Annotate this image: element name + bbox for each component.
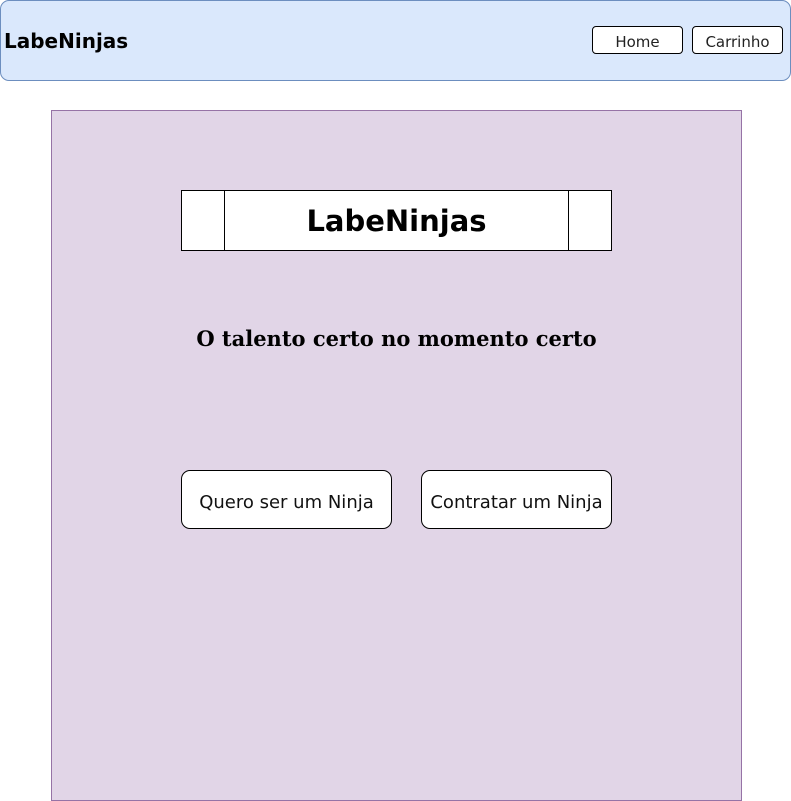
top-header: LabeNinjas Home Carrinho (0, 0, 791, 81)
be-ninja-button[interactable]: Quero ser um Ninja (181, 470, 392, 529)
logo-title: LabeNinjas (306, 203, 487, 238)
cart-button[interactable]: Carrinho (692, 26, 783, 54)
brand-title: LabeNinjas (4, 29, 129, 53)
tagline: O talento certo no momento certo (196, 326, 597, 351)
hire-ninja-button[interactable]: Contratar um Ninja (421, 470, 612, 529)
home-button[interactable]: Home (592, 26, 683, 54)
logo-box: LabeNinjas (181, 190, 612, 251)
